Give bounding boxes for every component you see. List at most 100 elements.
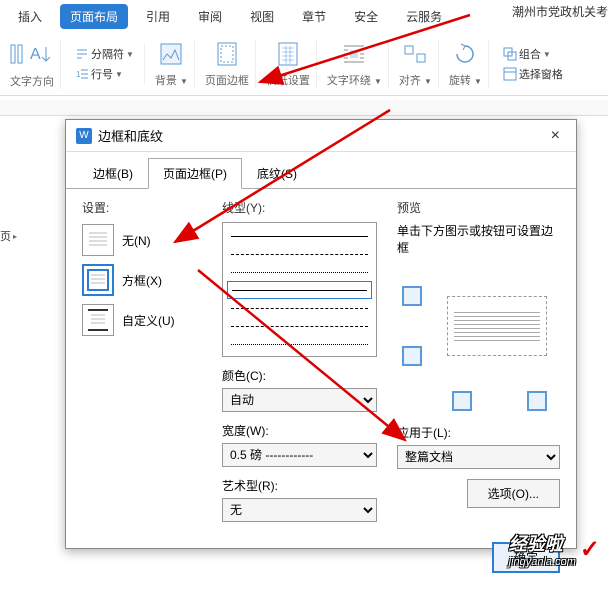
apply-group: 应用于(L): 整篇文档: [397, 424, 560, 469]
preview-label: 预览: [397, 199, 560, 216]
paper-settings-label: 稿纸设置: [266, 72, 310, 88]
art-select[interactable]: 无: [222, 498, 377, 522]
tab-shading[interactable]: 底纹(S): [242, 158, 312, 189]
linetype-item[interactable]: [227, 245, 372, 263]
tab-page-layout[interactable]: 页面布局: [60, 4, 128, 29]
border-bottom-button[interactable]: [402, 346, 422, 366]
group-button[interactable]: 组合▼: [499, 44, 555, 64]
tool-group-paper: 稿纸设置: [260, 40, 317, 88]
tool-group-align: 对齐 ▼: [393, 40, 439, 88]
sidebar-page-label: 页 ▸: [0, 228, 17, 244]
dialog-body: 设置: 无(N) 方框(X) 自定义(U): [66, 189, 576, 532]
width-group: 宽度(W): 0.5 磅 ------------: [222, 422, 377, 467]
preview-page[interactable]: [447, 296, 547, 356]
linetype-listbox[interactable]: [222, 222, 377, 357]
tab-reference[interactable]: 引用: [136, 4, 180, 29]
paper-settings-icon[interactable]: [274, 40, 302, 68]
settings-label: 设置:: [82, 199, 202, 216]
settings-column: 设置: 无(N) 方框(X) 自定义(U): [82, 199, 202, 522]
select-pane-icon: [503, 67, 517, 81]
tab-view[interactable]: 视图: [240, 4, 284, 29]
apply-label: 应用于(L):: [397, 424, 560, 441]
color-label: 颜色(C):: [222, 367, 377, 384]
color-select[interactable]: 自动: [222, 388, 377, 412]
select-pane-button[interactable]: 选择窗格: [499, 64, 567, 84]
align-icon[interactable]: [401, 40, 429, 68]
tool-group-rotate: 旋转 ▼: [443, 40, 489, 88]
tab-review[interactable]: 审阅: [188, 4, 232, 29]
watermark-url: jingyanla.com: [509, 556, 576, 568]
art-label: 艺术型(R):: [222, 477, 377, 494]
apply-select[interactable]: 整篇文档: [397, 445, 560, 469]
line-number-icon: 1: [75, 67, 89, 81]
setting-custom-label: 自定义(U): [122, 312, 175, 329]
preview-area: [397, 276, 560, 416]
setting-custom-preview: [82, 304, 114, 336]
tool-group-wrap: 文字环绕 ▼: [321, 40, 389, 88]
preview-column: 预览 单击下方图示或按钮可设置边框 应用于(L): 整篇文档: [397, 199, 560, 522]
ribbon-toolbar: A 文字方向 分隔符▼ 1 行号▼ 背景 ▼ 页面边框 稿纸设置 文字环绕 ▼ …: [0, 33, 608, 96]
ribbon-tabs: 插入 页面布局 引用 审阅 视图 章节 安全 云服务 潮州市党政机关考: [0, 0, 608, 33]
tool-group-background: 背景 ▼: [149, 40, 195, 88]
setting-none-label: 无(N): [122, 232, 151, 249]
width-select[interactable]: 0.5 磅 ------------: [222, 443, 377, 467]
tab-insert[interactable]: 插入: [8, 4, 52, 29]
svg-text:A: A: [30, 46, 41, 63]
art-group: 艺术型(R): 无: [222, 477, 377, 522]
tool-group-arrange: 组合▼ 选择窗格: [493, 44, 573, 84]
tab-security[interactable]: 安全: [344, 4, 388, 29]
linetype-column: 线型(Y): 颜色(C): 自动 宽度(W): 0.5 磅 ----------…: [222, 199, 377, 522]
tool-group-page-border: 页面边框: [199, 40, 256, 88]
tab-section[interactable]: 章节: [292, 4, 336, 29]
setting-box-label: 方框(X): [122, 272, 162, 289]
separator-button[interactable]: 分隔符▼: [71, 44, 138, 64]
rotate-icon[interactable]: [451, 40, 479, 68]
text-direction-icon[interactable]: A: [28, 39, 54, 69]
linetype-item[interactable]: [227, 317, 372, 335]
columns-icon[interactable]: [10, 39, 26, 69]
dialog-titlebar: W 边框和底纹 ×: [66, 120, 576, 152]
line-number-button[interactable]: 1 行号▼: [71, 64, 127, 84]
dialog-app-icon: W: [76, 128, 92, 144]
tab-page-border[interactable]: 页面边框(P): [148, 158, 242, 189]
watermark-text: 经验啦: [509, 530, 576, 556]
page-border-label: 页面边框: [205, 72, 249, 88]
setting-box[interactable]: 方框(X): [82, 264, 202, 296]
align-label: 对齐 ▼: [399, 72, 432, 88]
linetype-item[interactable]: [227, 281, 372, 299]
tab-border[interactable]: 边框(B): [78, 158, 148, 189]
linetype-item[interactable]: [227, 335, 372, 353]
group-icon: [503, 47, 517, 61]
ruler: [0, 100, 608, 116]
linetype-item[interactable]: [227, 299, 372, 317]
text-wrap-label: 文字环绕 ▼: [327, 72, 382, 88]
dialog-footer: 确定: [66, 532, 576, 583]
tool-group-text: A 文字方向: [4, 39, 61, 89]
text-wrap-icon[interactable]: [340, 40, 368, 68]
setting-box-preview: [82, 264, 114, 296]
options-button[interactable]: 选项(O)...: [467, 479, 560, 508]
background-label: 背景 ▼: [155, 72, 188, 88]
linetype-item[interactable]: [227, 263, 372, 281]
background-icon[interactable]: [157, 40, 185, 68]
dialog-tabs: 边框(B) 页面边框(P) 底纹(S): [66, 152, 576, 189]
tool-group-breaks: 分隔符▼ 1 行号▼: [65, 44, 145, 84]
close-icon[interactable]: ×: [545, 127, 566, 145]
page-border-icon[interactable]: [213, 40, 241, 68]
svg-text:1: 1: [76, 70, 81, 79]
border-left-button[interactable]: [452, 391, 472, 411]
dialog-title: 边框和底纹: [98, 126, 545, 145]
linetype-label: 线型(Y):: [222, 199, 377, 216]
width-label: 宽度(W):: [222, 422, 377, 439]
preview-hint: 单击下方图示或按钮可设置边框: [397, 222, 560, 256]
border-right-button[interactable]: [527, 391, 547, 411]
setting-custom[interactable]: 自定义(U): [82, 304, 202, 336]
linetype-item[interactable]: [227, 227, 372, 245]
text-direction-label: 文字方向: [10, 73, 54, 89]
color-group: 颜色(C): 自动: [222, 367, 377, 412]
setting-none[interactable]: 无(N): [82, 224, 202, 256]
watermark: 经验啦 jingyanla.com ✓: [509, 530, 600, 568]
rotate-label: 旋转 ▼: [449, 72, 482, 88]
tab-cloud[interactable]: 云服务: [396, 4, 452, 29]
border-top-button[interactable]: [402, 286, 422, 306]
